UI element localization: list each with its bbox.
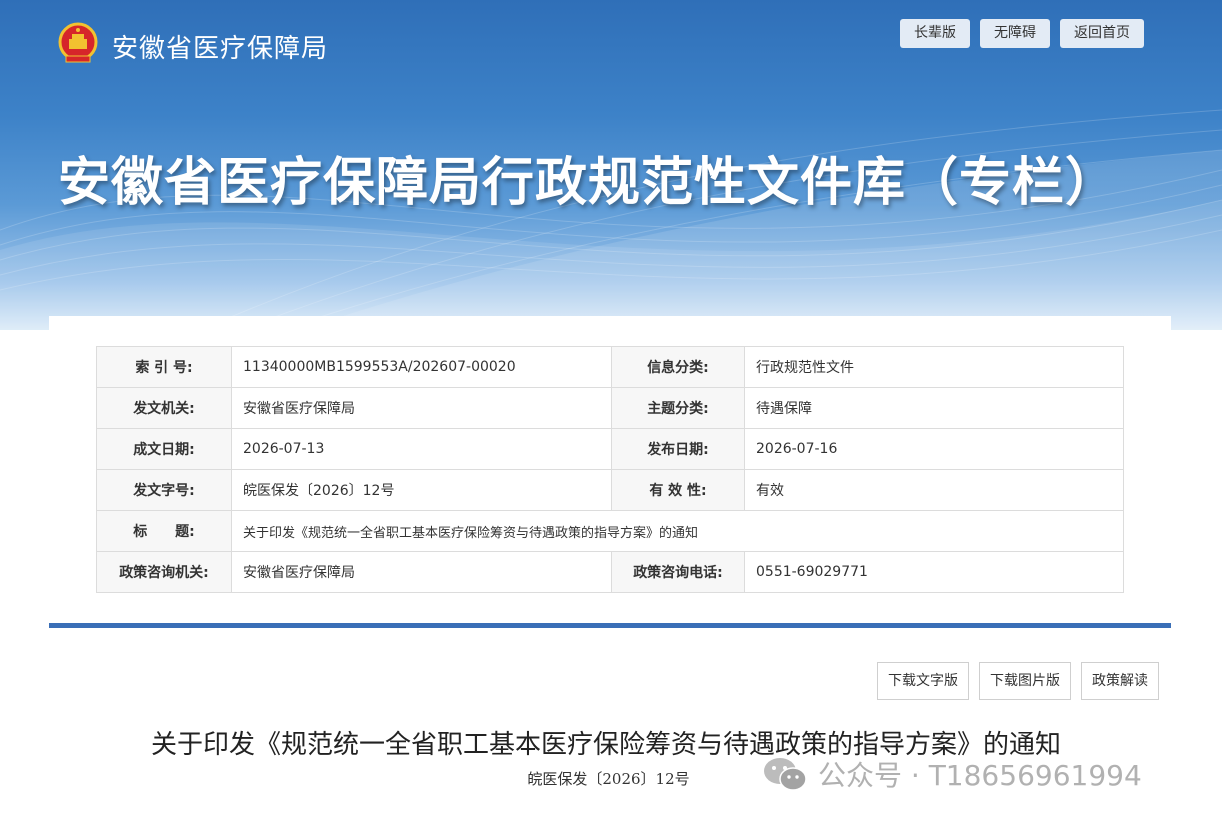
- document-number-label: 发文字号:: [96, 469, 232, 511]
- section-divider: [49, 623, 1171, 628]
- issuing-authority-label: 发文机关:: [96, 387, 232, 429]
- consult-agency-label: 政策咨询机关:: [96, 551, 232, 593]
- consult-agency-value: 安徽省医疗保障局: [231, 551, 612, 593]
- table-row: 成文日期: 2026-07-13 发布日期: 2026-07-16: [96, 428, 1124, 470]
- header-banner: 安徽省医疗保障局 长辈版 无障碍 返回首页 安徽省医疗保障局行政规范性文件库（专…: [0, 0, 1222, 330]
- index-number-label: 索 引 号:: [96, 346, 232, 388]
- publish-date-label: 发布日期:: [611, 428, 745, 470]
- banner-title: 安徽省医疗保障局行政规范性文件库（专栏）: [58, 153, 1119, 213]
- subject-category-value: 待遇保障: [744, 387, 1124, 429]
- info-category-value: 行政规范性文件: [744, 346, 1124, 388]
- watermark: 公众号 · T18656961994: [762, 754, 1142, 794]
- top-button-group: 长辈版 无障碍 返回首页: [900, 19, 1144, 48]
- table-row: 发文机关: 安徽省医疗保障局 主题分类: 待遇保障: [96, 387, 1124, 429]
- table-row: 政策咨询机关: 安徽省医疗保障局 政策咨询电话: 0551-69029771: [96, 551, 1124, 593]
- written-date-label: 成文日期:: [96, 428, 232, 470]
- subject-category-label: 主题分类:: [611, 387, 745, 429]
- accessibility-button[interactable]: 无障碍: [980, 19, 1050, 48]
- index-number-value: 11340000MB1599553A/202607-00020: [231, 346, 612, 388]
- validity-value: 有效: [744, 469, 1124, 511]
- table-row: 标 题: 关于印发《规范统一全省职工基本医疗保险筹资与待遇政策的指导方案》的通知: [96, 510, 1124, 552]
- national-emblem-icon: [58, 22, 98, 63]
- publish-date-value: 2026-07-16: [744, 428, 1124, 470]
- info-category-label: 信息分类:: [611, 346, 745, 388]
- written-date-value: 2026-07-13: [231, 428, 612, 470]
- title-value: 关于印发《规范统一全省职工基本医疗保险筹资与待遇政策的指导方案》的通知: [231, 510, 1124, 552]
- table-row: 索 引 号: 11340000MB1599553A/202607-00020 信…: [96, 346, 1124, 388]
- site-name[interactable]: 安徽省医疗保障局: [112, 28, 328, 65]
- title-label: 标 题:: [96, 510, 232, 552]
- download-button-group: 下载文字版 下载图片版 政策解读: [877, 662, 1159, 700]
- consult-phone-label: 政策咨询电话:: [611, 551, 745, 593]
- document-number-value: 皖医保发〔2026〕12号: [231, 469, 612, 511]
- issuing-authority-value: 安徽省医疗保障局: [231, 387, 612, 429]
- consult-phone-value: 0551-69029771: [744, 551, 1124, 593]
- metadata-table: 索 引 号: 11340000MB1599553A/202607-00020 信…: [96, 346, 1124, 593]
- download-image-button[interactable]: 下载图片版: [979, 662, 1071, 700]
- validity-label: 有 效 性:: [611, 469, 745, 511]
- table-row: 发文字号: 皖医保发〔2026〕12号 有 效 性: 有效: [96, 469, 1124, 511]
- home-button[interactable]: 返回首页: [1060, 19, 1144, 48]
- elder-mode-button[interactable]: 长辈版: [900, 19, 970, 48]
- policy-interpretation-button[interactable]: 政策解读: [1081, 662, 1159, 700]
- download-text-button[interactable]: 下载文字版: [877, 662, 969, 700]
- wechat-icon: [764, 758, 807, 791]
- watermark-text: 公众号 · T18656961994: [818, 759, 1142, 792]
